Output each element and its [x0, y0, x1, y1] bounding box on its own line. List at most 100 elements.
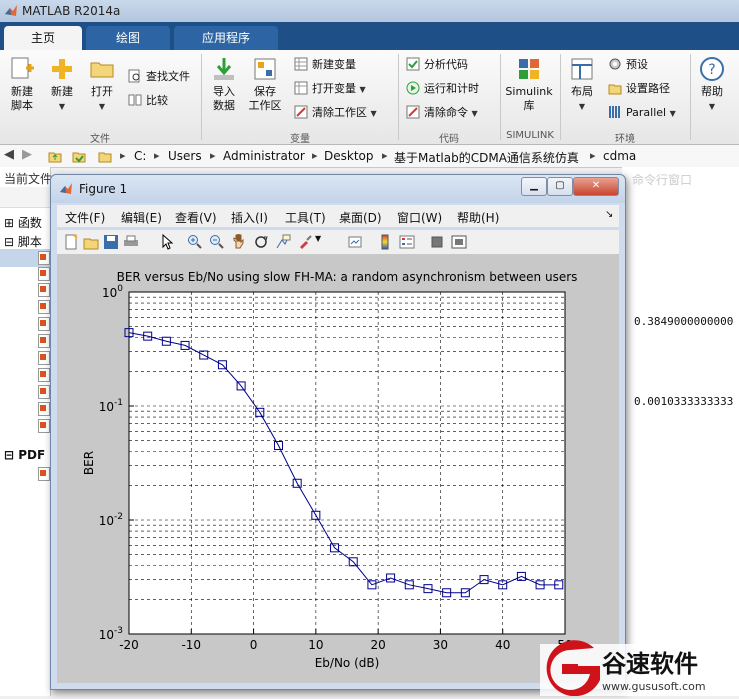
zoom-in-icon[interactable] — [187, 234, 203, 250]
save-icon[interactable] — [103, 234, 119, 250]
crumb-separator-icon: ▸ — [154, 149, 160, 162]
new-script-button[interactable]: 新建 脚本 — [6, 56, 38, 113]
figure-titlebar[interactable]: Figure 1 ▁ ▢ ✕ — [51, 175, 625, 203]
open-file-icon[interactable] — [83, 234, 99, 250]
menu-tools[interactable]: 工具(T) — [285, 209, 326, 226]
new-script-icon — [11, 57, 34, 79]
save-workspace-button[interactable]: 保存 工作区 — [246, 56, 284, 113]
pan-hand-icon[interactable] — [231, 234, 247, 250]
expand-plus-icon[interactable]: ⊞ — [4, 216, 14, 230]
m-file-icon[interactable] — [38, 351, 50, 365]
import-data-button[interactable]: 导入 数据 — [208, 56, 240, 113]
compare-button[interactable]: 比较 — [128, 92, 168, 110]
x-axis-label: Eb/No (dB) — [315, 656, 380, 670]
back-arrow-icon[interactable]: ◀ — [4, 147, 14, 162]
pointer-icon[interactable] — [159, 234, 175, 250]
find-files-button[interactable]: 查找文件 — [128, 68, 190, 86]
close-button[interactable]: ✕ — [573, 177, 619, 196]
simulink-library-button[interactable]: Simulink 库 — [504, 56, 554, 113]
figure-canvas[interactable]: -20-100102030405010010-110-210-3 BER ver… — [57, 255, 619, 683]
app-titlebar: MATLAB R2014a — [0, 0, 739, 23]
tab-home[interactable]: 主页 — [4, 26, 82, 50]
plot-axes[interactable] — [128, 291, 566, 635]
m-file-icon[interactable] — [38, 283, 50, 297]
new-variable-button[interactable]: 新建变量 — [294, 56, 356, 74]
crumb-project-folder[interactable]: 基于Matlab的CDMA通信系统仿真 — [394, 149, 579, 166]
clear-commands-button[interactable]: 清除命令 ▼ — [406, 104, 478, 122]
crumb-desktop[interactable]: Desktop — [324, 149, 374, 163]
forward-arrow-icon[interactable]: ▶ — [22, 147, 32, 162]
tree-node-functions[interactable]: ⊞ 函数 — [4, 214, 42, 231]
hide-plot-tools-icon[interactable] — [429, 234, 445, 250]
parallel-button[interactable]: Parallel ▼ — [608, 104, 676, 122]
menu-insert[interactable]: 插入(I) — [231, 209, 268, 226]
m-file-icon[interactable] — [38, 300, 50, 314]
dock-arrow-icon[interactable]: ↘ — [605, 209, 613, 220]
divider — [500, 54, 501, 140]
layout-button[interactable]: 布局 ▼ — [566, 56, 598, 114]
divider — [201, 54, 202, 140]
m-file-icon[interactable] — [38, 317, 50, 331]
up-folder-icon[interactable] — [48, 149, 62, 163]
minimize-button[interactable]: ▁ — [521, 177, 547, 196]
maximize-button[interactable]: ▢ — [547, 177, 573, 196]
open-variable-button[interactable]: 打开变量 ▼ — [294, 80, 366, 98]
parallel-icon — [609, 106, 620, 118]
m-file-icon[interactable] — [38, 251, 50, 265]
menu-desktop[interactable]: 桌面(D) — [339, 209, 382, 226]
brush-icon[interactable] — [297, 234, 313, 250]
layout-icon — [571, 58, 593, 80]
figure-window[interactable]: Figure 1 ▁ ▢ ✕ 文件(F) 编辑(E) 查看(V) 插入(I) 工… — [50, 174, 626, 690]
menu-edit[interactable]: 编辑(E) — [121, 209, 162, 226]
set-path-button[interactable]: 设置路径 — [608, 80, 670, 98]
legend-icon[interactable] — [399, 234, 415, 250]
browse-folder-icon[interactable] — [72, 149, 86, 163]
menu-window[interactable]: 窗口(W) — [397, 209, 442, 226]
tab-apps[interactable]: 应用程序 — [174, 26, 278, 50]
run-time-button[interactable]: 运行和计时 — [406, 80, 479, 98]
print-icon[interactable] — [123, 234, 139, 250]
collapse-minus-icon[interactable]: ⊟ — [4, 448, 14, 462]
clear-workspace-button[interactable]: 清除工作区 ▼ — [294, 104, 377, 122]
collapse-minus-icon[interactable]: ⊟ — [4, 235, 14, 249]
analyze-code-button[interactable]: 分析代码 — [406, 56, 468, 74]
show-plot-tools-icon[interactable] — [451, 234, 467, 250]
pdf-file-icon[interactable] — [38, 467, 50, 481]
new-button[interactable]: 新建 ▼ — [46, 56, 78, 114]
open-button[interactable]: 打开 ▼ — [86, 56, 118, 114]
crumb-administrator[interactable]: Administrator — [223, 149, 305, 163]
crumb-cdma[interactable]: cdma — [603, 149, 636, 163]
matlab-logo-icon — [60, 183, 72, 194]
preferences-button[interactable]: 预设 — [608, 56, 648, 74]
m-file-icon[interactable] — [38, 402, 50, 416]
ber-plot[interactable]: -20-100102030405010010-110-210-3 BER ver… — [57, 255, 619, 683]
link-plot-icon[interactable] — [347, 234, 363, 250]
import-data-icon — [214, 58, 234, 80]
crumb-users[interactable]: Users — [168, 149, 202, 163]
m-file-icon[interactable] — [38, 385, 50, 399]
crumb-drive[interactable]: C: — [134, 149, 146, 163]
new-figure-icon[interactable] — [63, 234, 79, 250]
svg-text:?: ? — [708, 62, 715, 78]
colorbar-icon[interactable] — [377, 234, 393, 250]
menu-help[interactable]: 帮助(H) — [457, 209, 499, 226]
zoom-out-icon[interactable] — [209, 234, 225, 250]
panel-column-header — [0, 187, 50, 208]
menu-view[interactable]: 查看(V) — [175, 209, 217, 226]
data-cursor-icon[interactable] — [275, 234, 291, 250]
m-file-icon[interactable] — [38, 419, 50, 433]
brush-caret-icon[interactable]: ▼ — [315, 234, 321, 243]
tree-node-scripts[interactable]: ⊟ 脚本 — [4, 233, 42, 250]
rotate-3d-icon[interactable] — [253, 234, 269, 250]
clear-workspace-label: 清除工作区 — [312, 106, 367, 119]
m-file-icon[interactable] — [38, 368, 50, 382]
m-file-icon[interactable] — [38, 334, 50, 348]
m-file-icon[interactable] — [38, 267, 50, 281]
open-label: 打开 — [91, 85, 113, 98]
tab-plots[interactable]: 绘图 — [86, 26, 170, 50]
tree-node-pdf[interactable]: ⊟ PDF — [4, 448, 45, 462]
menu-file[interactable]: 文件(F) — [65, 209, 105, 226]
help-button[interactable]: ? 帮助 ▼ — [696, 56, 728, 114]
command-window[interactable]: 命令行窗口 0.3849000000000 0.0010333333333 — [622, 167, 739, 696]
new-label: 新建 — [51, 85, 73, 98]
